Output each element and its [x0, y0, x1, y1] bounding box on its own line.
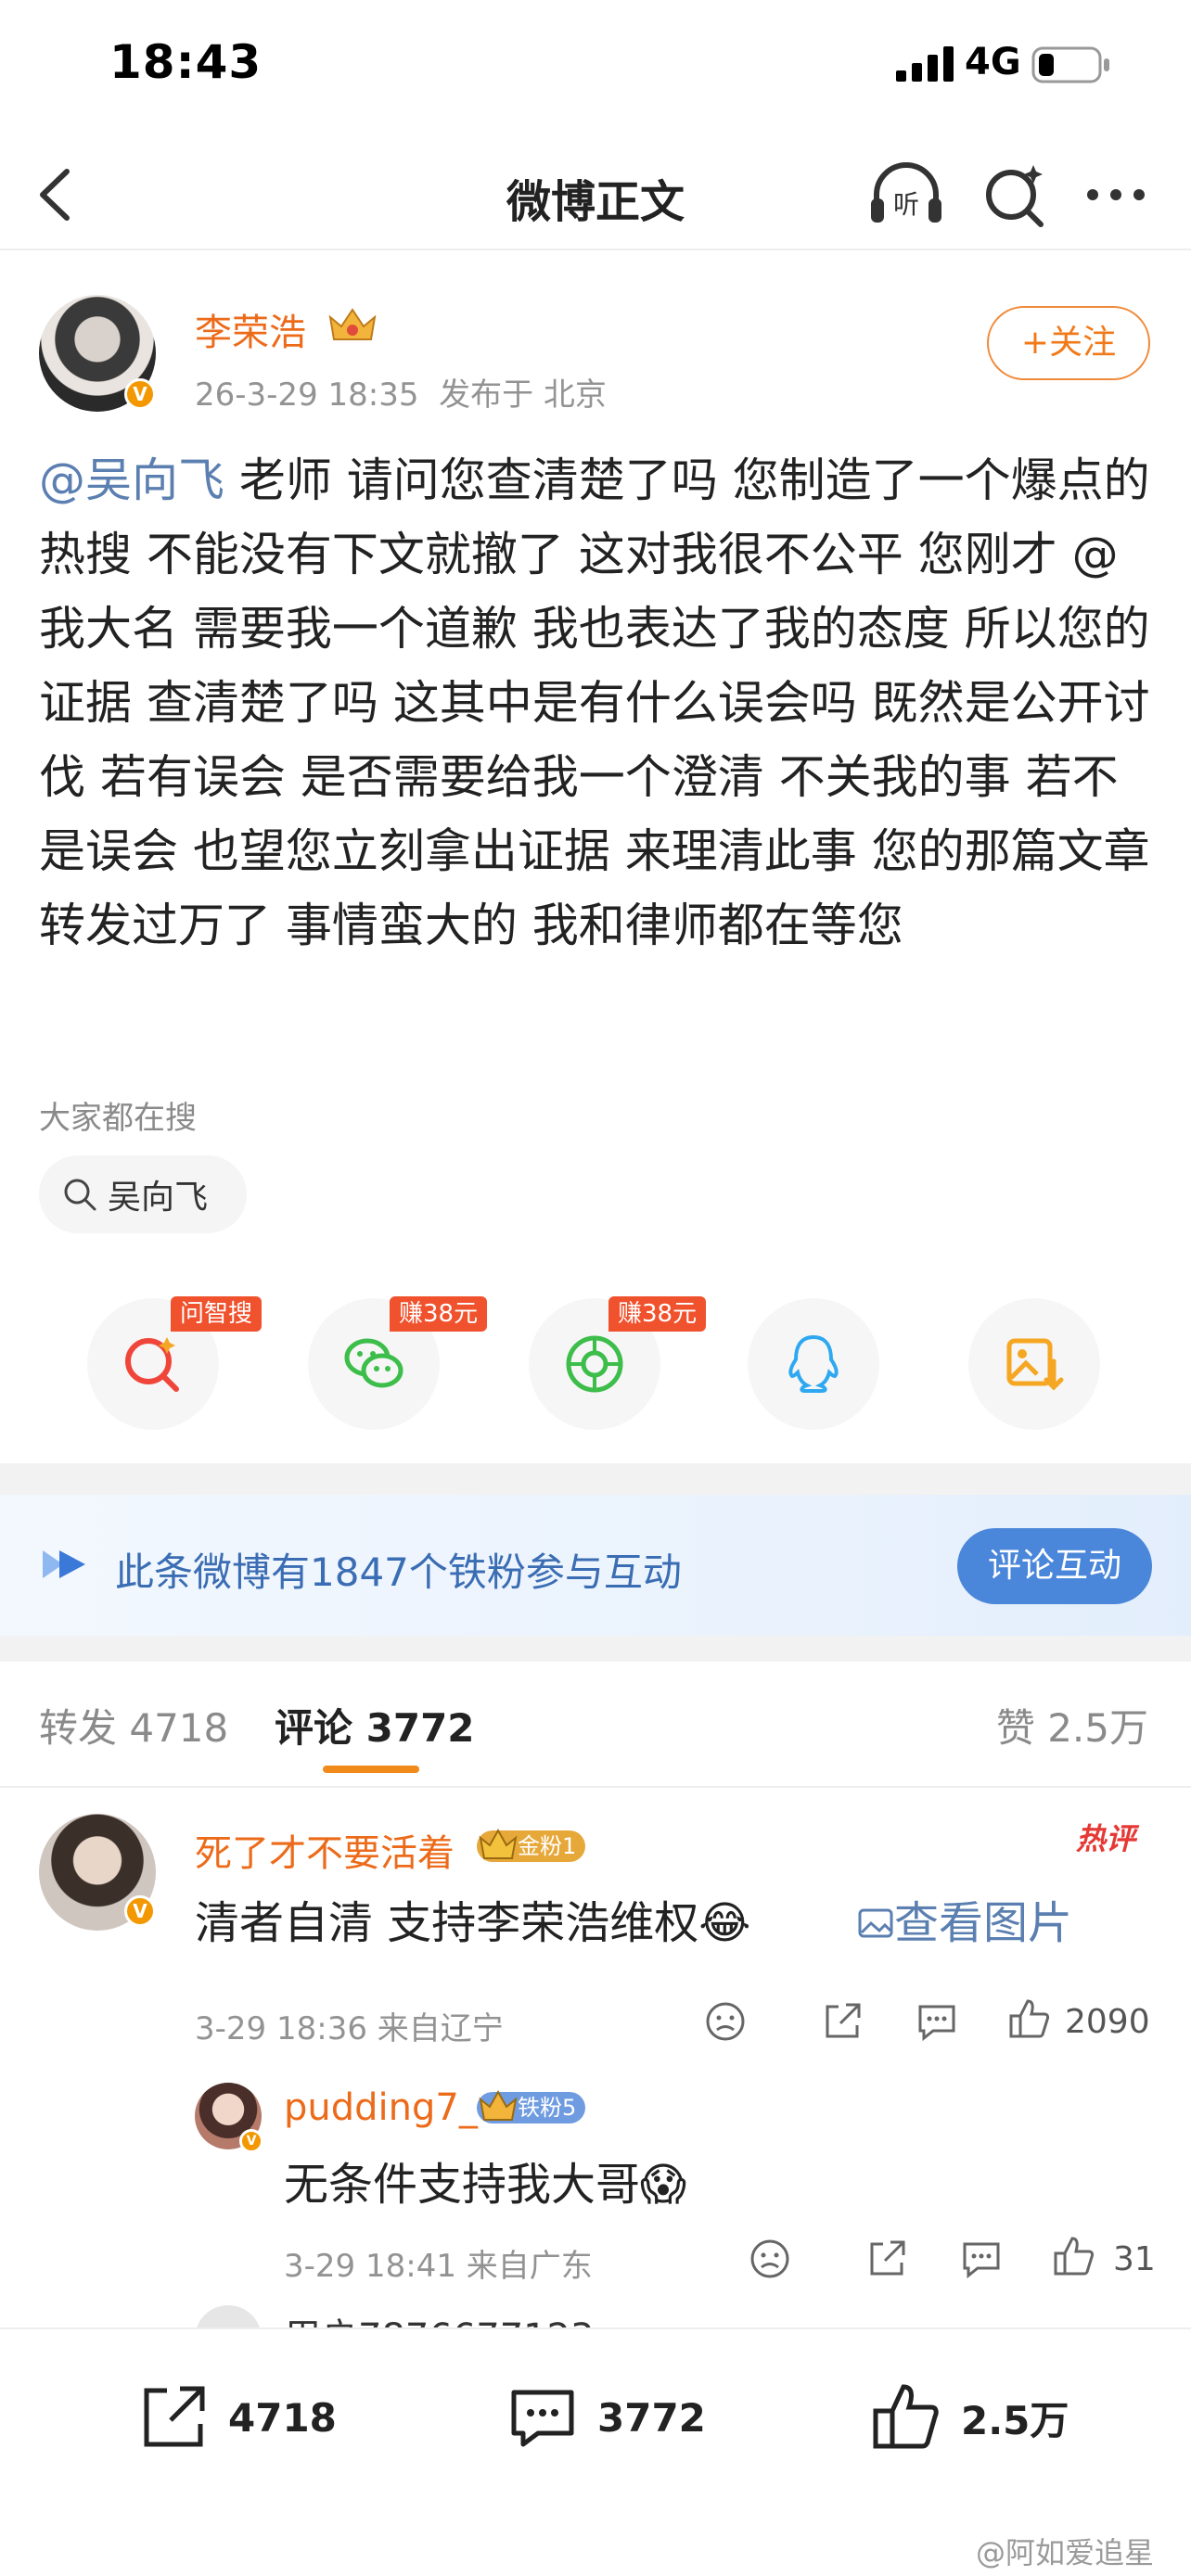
- view-image-label: 查看图片: [894, 1897, 1073, 1949]
- share-icon[interactable]: [820, 1999, 864, 2044]
- svg-text:听: 听: [893, 189, 919, 220]
- like-count: 31: [1113, 2240, 1156, 2278]
- comment-meta: 3-29 18:36 来自辽宁: [195, 2010, 504, 2047]
- verified-badge-icon: V: [124, 378, 156, 410]
- share-save-image[interactable]: [968, 1298, 1100, 1430]
- crown-icon: [479, 1828, 518, 1859]
- author-name[interactable]: 李荣浩: [195, 302, 306, 356]
- signal-icon: [896, 46, 954, 82]
- comment-text-body: 清者自清 支持李荣浩维权: [195, 1897, 699, 1949]
- save-image-icon: [1006, 1338, 1064, 1391]
- tab-comment[interactable]: 评论 3772: [275, 1697, 475, 1753]
- like-count: 2090: [1065, 2003, 1150, 2041]
- crown-icon: [479, 2089, 518, 2121]
- follow-button[interactable]: +关注: [987, 306, 1150, 380]
- hot-comment-tag: 热评: [1076, 1821, 1136, 1856]
- dislike-icon[interactable]: [703, 1999, 748, 2044]
- share-tag-ask: 问智搜: [171, 1296, 263, 1332]
- trending-label: 大家都在搜: [39, 1100, 197, 1137]
- like-count: 2.5万: [961, 2397, 1069, 2443]
- comment-icon: [511, 2390, 574, 2447]
- share-tag-wechat: 赚38元: [390, 1296, 488, 1332]
- qq-icon: [788, 1334, 839, 1393]
- post-content: @吴向飞 老师 请问您查清楚了吗 您制造了一个爆点的热搜 不能没有下文就撤了 这…: [39, 443, 1152, 963]
- fan-badge-label: 铁粉5: [518, 2095, 577, 2121]
- laugh-emoji-icon: 😂: [698, 1897, 751, 1949]
- mention-link[interactable]: @吴向飞: [39, 453, 224, 507]
- watermark: @阿如爱追星: [975, 2535, 1154, 2570]
- fan-badge-iron: 铁粉5: [477, 2089, 586, 2123]
- share-qq[interactable]: [748, 1298, 879, 1430]
- verified-badge-icon: V: [239, 2129, 263, 2153]
- view-image-link[interactable]: 查看图片: [857, 1886, 1072, 1951]
- fans-banner[interactable]: 此条微博有1847个铁粉参与互动 评论互动: [0, 1495, 1191, 1636]
- wechat-icon: [344, 1338, 403, 1388]
- battery-icon: [1031, 46, 1109, 83]
- post-meta: 26-3-29 18:35 发布于 北京: [195, 369, 607, 414]
- tab-like[interactable]: 赞 2.5万: [996, 1697, 1148, 1753]
- share-icon[interactable]: [864, 2237, 909, 2281]
- moments-icon: [566, 1335, 623, 1393]
- divider: [0, 1463, 1191, 1495]
- share-tag-moments: 赚38元: [608, 1296, 707, 1332]
- comment-interact-button[interactable]: 评论互动: [957, 1528, 1152, 1604]
- post-tabs: 转发 4718 评论 3772 赞 2.5万: [0, 1662, 1191, 1788]
- crown-icon: [328, 308, 377, 340]
- more-icon[interactable]: [1083, 176, 1148, 213]
- reply-icon[interactable]: [959, 2237, 1004, 2281]
- image-icon: [858, 1908, 893, 1938]
- iron-fans-icon: [43, 1550, 85, 1578]
- search-icon[interactable]: [981, 159, 1048, 230]
- like-icon[interactable]: [1007, 1997, 1052, 2042]
- reply-meta: 3-29 18:41 来自广东: [284, 2248, 593, 2285]
- status-bar: 18:43 4G: [0, 0, 1191, 130]
- fan-badge-gold: 金粉1: [477, 1828, 586, 1862]
- nav-bar: 微博正文 听: [0, 139, 1191, 250]
- verified-badge-icon: V: [124, 1895, 156, 1927]
- search-icon: [64, 1179, 96, 1211]
- like-icon: [873, 2384, 939, 2449]
- reply-user[interactable]: pudding7_: [284, 2086, 478, 2129]
- repost-count: 4718: [228, 2394, 337, 2441]
- like-button[interactable]: 2.5万: [870, 2381, 1069, 2454]
- comment-text: 清者自清 支持李荣浩维权😂: [195, 1886, 750, 1951]
- status-time: 18:43: [109, 35, 263, 89]
- tab-repost[interactable]: 转发 4718: [39, 1697, 228, 1753]
- trending-chip-label: 吴向飞: [108, 1179, 209, 1217]
- active-tab-indicator: [323, 1766, 419, 1773]
- repost-icon: [144, 2386, 205, 2447]
- repost-button[interactable]: 4718: [137, 2381, 337, 2454]
- post-text: 老师 请问您查清楚了吗 您制造了一个爆点的热搜 不能没有下文就撤了 这对我很不公…: [39, 453, 1150, 952]
- post-time: 26-3-29 18:35: [195, 376, 419, 414]
- trending-search-chip[interactable]: 吴向飞: [39, 1155, 247, 1233]
- like-icon[interactable]: [1052, 2235, 1096, 2279]
- divider: [0, 1636, 1191, 1662]
- reply-text: 无条件支持我大哥😱: [284, 2148, 686, 2213]
- fan-badge-label: 金粉1: [518, 1833, 577, 1859]
- comment-user[interactable]: 死了才不要活着: [195, 1823, 455, 1877]
- reply-text-body: 无条件支持我大哥: [284, 2159, 641, 2211]
- dislike-icon[interactable]: [748, 2237, 792, 2281]
- network-type: 4G: [965, 41, 1021, 83]
- listen-icon[interactable]: 听: [867, 159, 945, 230]
- comment-count: 3772: [597, 2394, 706, 2441]
- comment-button[interactable]: 3772: [506, 2381, 706, 2454]
- reply-icon[interactable]: [915, 1999, 959, 2044]
- scared-emoji-icon: 😱: [640, 2159, 687, 2211]
- post-location: 发布于 北京: [439, 376, 607, 414]
- ask-search-icon: [125, 1337, 179, 1392]
- fans-banner-text: 此条微博有1847个铁粉参与互动: [115, 1549, 682, 1595]
